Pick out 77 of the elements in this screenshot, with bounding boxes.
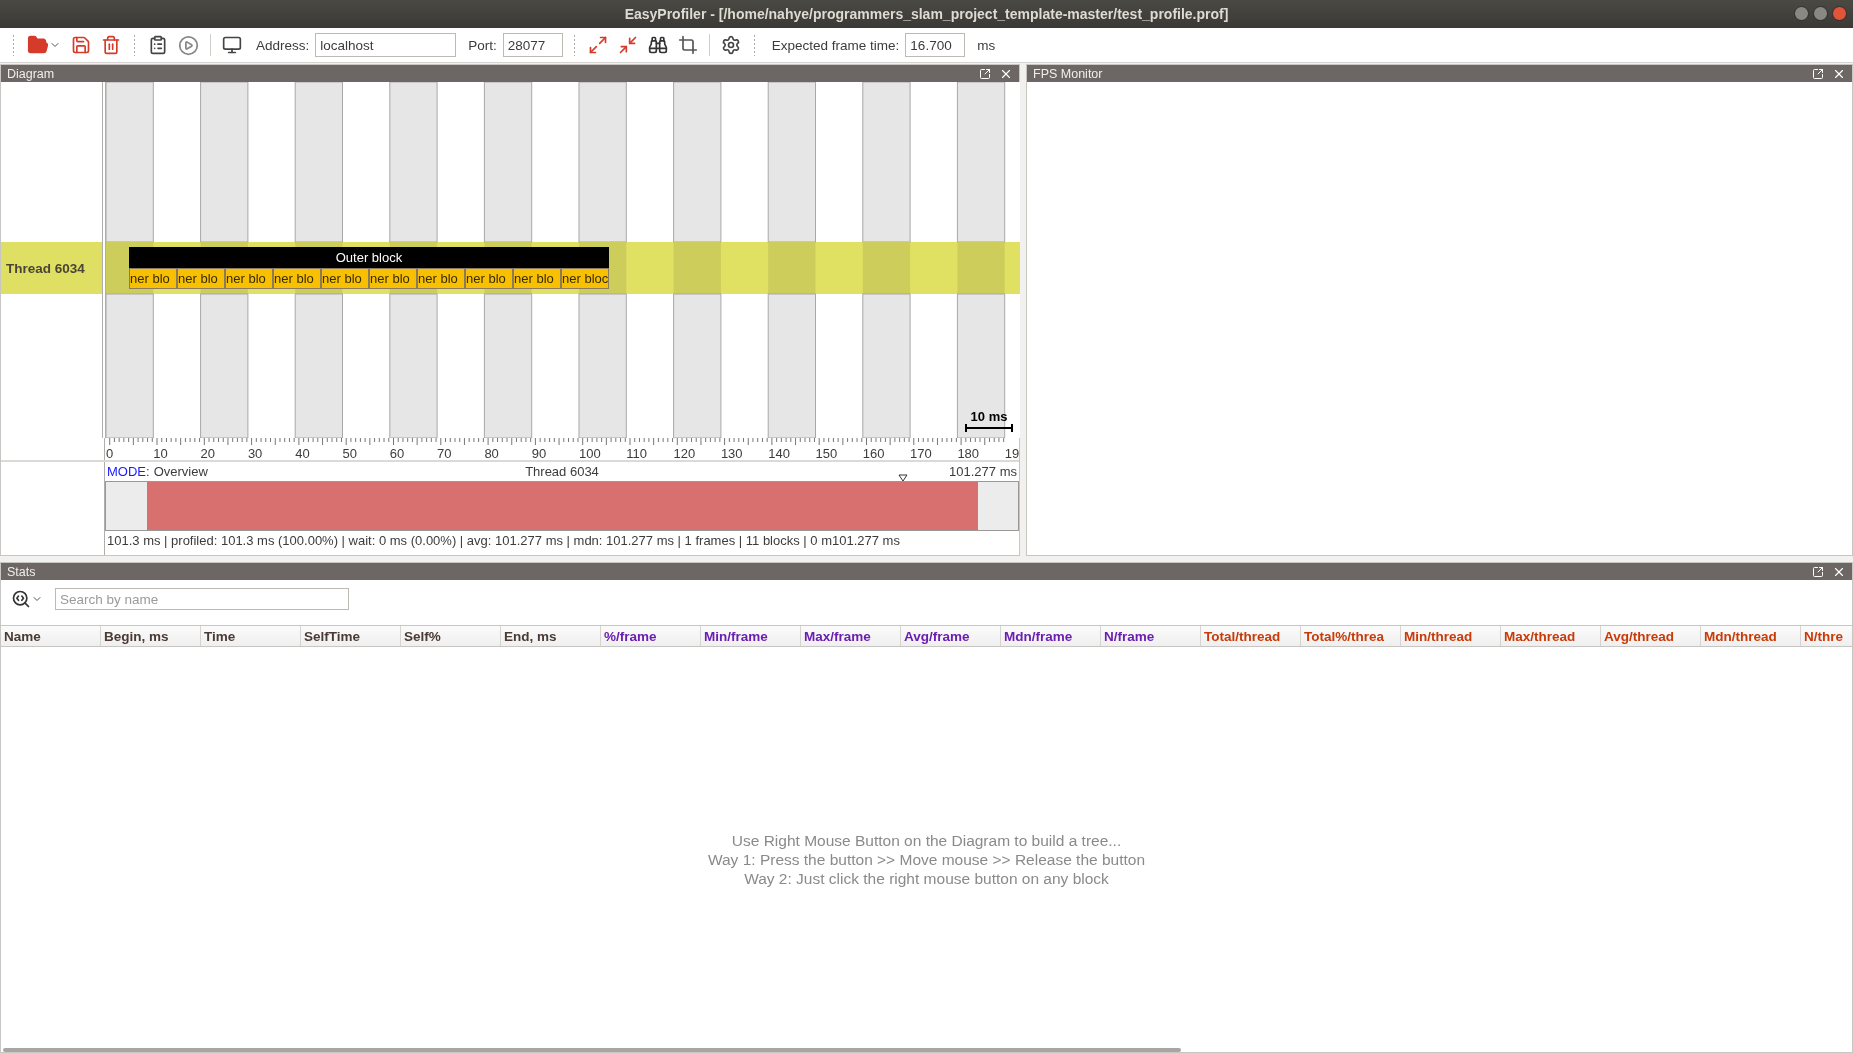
inner-block[interactable]: ner blo [465, 268, 513, 289]
search-field[interactable]: Search by name [55, 588, 349, 610]
inner-block[interactable]: ner blo [321, 268, 369, 289]
frame-time-unit: ms [977, 37, 996, 53]
panel-title: FPS Monitor [1033, 66, 1104, 81]
inner-block[interactable]: ner blo [273, 268, 321, 289]
frame-time-field[interactable]: 16.700 [905, 33, 966, 57]
hint-text: Use Right Mouse Button on the Diagram to build a tree... [731, 831, 1122, 850]
hint-text: Way 2: Just click the right mouse button on any block [744, 869, 1109, 888]
inner-block[interactable]: ner blo [513, 268, 561, 289]
ruler-label: 19 [1004, 446, 1020, 461]
hint-text: Way 1: Press the button >> Move mouse >> Release the button [707, 850, 1146, 869]
column-header[interactable]: Mdn/frame [1001, 626, 1101, 646]
address-field[interactable]: localhost [315, 33, 457, 57]
ruler-label: 30 [247, 446, 263, 461]
column-header[interactable]: Avg/thread [1601, 626, 1701, 646]
maximize-button[interactable] [1813, 6, 1828, 21]
ruler-label: 160 [862, 446, 885, 461]
ruler-label: 140 [768, 446, 790, 461]
column-header[interactable]: Self% [401, 626, 501, 646]
overview-status: 101.3 ms | profiled: 101.3 ms (100.00%) | wait: 0 ms (0.00%) | avg: 101.277 ms | mdn: 101.277 ms | 1 frames | 11 blocks | 0 m [107, 533, 832, 548]
frame-time-label: Expected frame time: [771, 37, 900, 53]
column-header[interactable]: Mdn/thread [1701, 626, 1801, 646]
column-header[interactable]: SelfTime [301, 626, 401, 646]
ruler-label: 130 [720, 446, 743, 461]
overview-thread: Thread 6034 [525, 464, 599, 479]
inner-block[interactable]: ner bloc [561, 268, 609, 289]
panel-title: Diagram [7, 66, 56, 81]
inner-block[interactable]: ner blo [129, 268, 177, 289]
inner-block[interactable]: ner blo [369, 268, 417, 289]
panel-title: Stats [7, 564, 37, 579]
ruler-label: 180 [957, 446, 980, 461]
overview-duration: 101.277 ms [949, 464, 1017, 479]
column-header[interactable]: Min/frame [701, 626, 801, 646]
inner-block[interactable]: ner blo [177, 268, 225, 289]
column-header[interactable]: End, ms [501, 626, 601, 646]
inner-block[interactable]: ner blo [225, 268, 273, 289]
ruler-label: 70 [437, 446, 452, 461]
ruler-label: 170 [910, 446, 932, 461]
ruler-label: 0 [106, 446, 114, 461]
column-header[interactable]: Total/thread [1201, 626, 1301, 646]
ruler-label: 40 [295, 446, 310, 461]
column-header[interactable]: Name [1, 626, 101, 646]
ruler-label: 10 [153, 446, 168, 461]
mode-value: Overview [153, 464, 208, 479]
port-field[interactable]: 28077 [502, 33, 563, 57]
column-header[interactable]: Begin, ms [101, 626, 201, 646]
ruler-label: 20 [200, 446, 216, 461]
minimize-button[interactable] [1794, 6, 1809, 21]
ruler-label: 120 [673, 446, 696, 461]
ruler-label: 50 [342, 446, 357, 461]
close-button[interactable] [1832, 6, 1847, 21]
scale-label: 10 ms [970, 409, 1008, 424]
address-label: Address: [256, 37, 310, 53]
column-header[interactable]: Max/thread [1501, 626, 1601, 646]
ruler-label: 60 [389, 446, 405, 461]
column-header[interactable]: Time [201, 626, 301, 646]
window-title: EasyProfiler - [/home/nahye/programmers_slam_project_template-master/test_profile.prof] [624, 6, 1229, 22]
ruler-label: 80 [484, 446, 499, 461]
column-header[interactable]: Total%/threa [1301, 626, 1401, 646]
column-header[interactable]: Min/thread [1401, 626, 1501, 646]
mode-label: MODE: [107, 464, 150, 479]
ruler-label: 150 [815, 446, 838, 461]
column-header[interactable]: N/frame [1101, 626, 1201, 646]
inner-block[interactable]: ner blo [417, 268, 465, 289]
scale-bar-icon [965, 424, 1013, 432]
ruler-label: 90 [531, 446, 547, 461]
column-header[interactable]: %/frame [601, 626, 701, 646]
outer-block[interactable]: Outer block [129, 247, 609, 268]
overview-status-end: 101.277 ms [832, 533, 900, 548]
ruler-label: 100 [579, 446, 601, 461]
port-label: Port: [468, 37, 497, 53]
ruler-label: 110 [626, 446, 648, 461]
thread-label: Thread 6034 [1, 242, 102, 294]
column-header[interactable]: N/thre [1801, 626, 1852, 646]
column-header[interactable]: Max/frame [801, 626, 901, 646]
column-header[interactable]: Avg/frame [901, 626, 1001, 646]
